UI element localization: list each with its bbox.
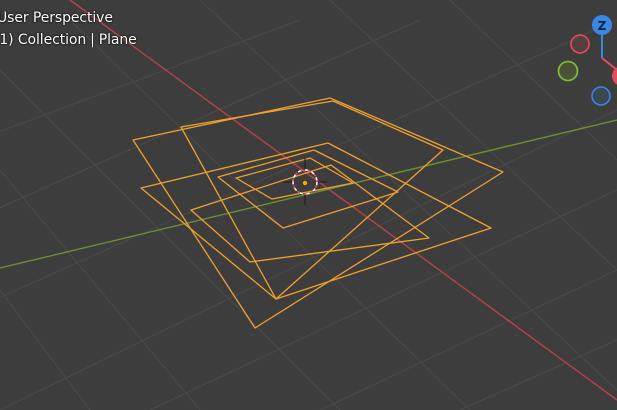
separator: |	[90, 32, 95, 48]
3d-viewport[interactable]: Z User Perspective (1) Collection | Plane	[0, 0, 617, 410]
floor-grid	[0, 0, 617, 410]
gizmo-neg-x-icon[interactable]	[570, 34, 590, 54]
collection-label: (1) Collection	[0, 32, 87, 48]
viewport-scene[interactable]: Z	[0, 0, 617, 410]
x-axis-line	[69, 0, 617, 401]
object-name-label: Plane	[98, 32, 137, 48]
gizmo-z-label: Z	[598, 19, 607, 33]
collection-info: (1) Collection | Plane	[0, 32, 137, 48]
gizmo-neg-z-icon[interactable]	[591, 86, 611, 106]
view-name-label: User Perspective	[0, 10, 113, 26]
plane-outline-5[interactable]	[217, 149, 399, 229]
navigation-gizmo[interactable]: Z	[557, 15, 617, 106]
gizmo-y-icon[interactable]	[557, 60, 579, 82]
origin-point-icon	[302, 180, 308, 186]
